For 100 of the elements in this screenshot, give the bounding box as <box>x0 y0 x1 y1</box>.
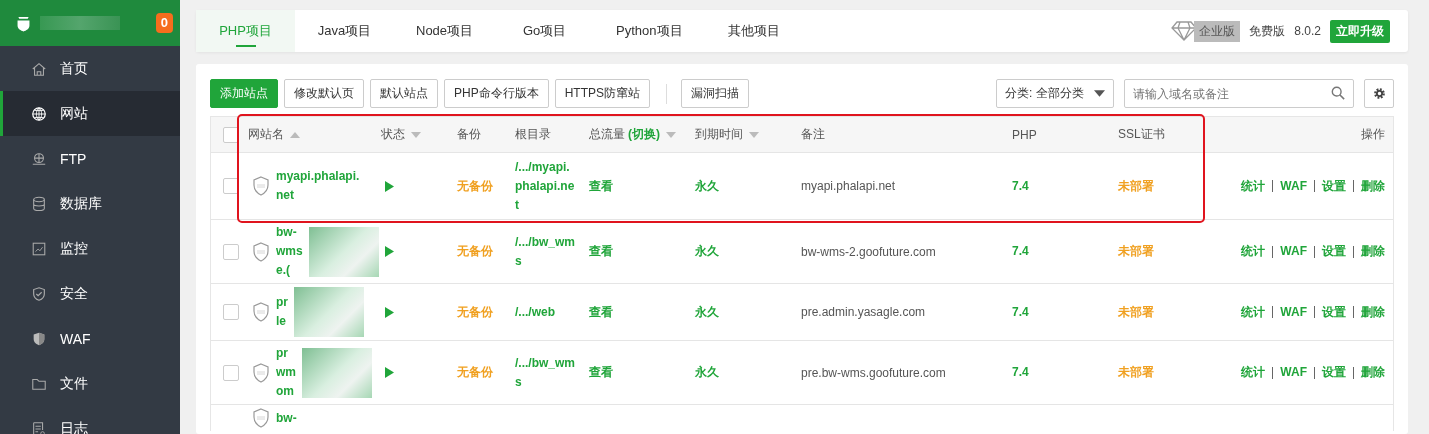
row-checkbox[interactable] <box>222 178 239 194</box>
traffic-link[interactable]: 查看 <box>589 176 613 196</box>
root-directory-link[interactable]: /.../web <box>515 302 575 322</box>
nav-item[interactable]: 首页 <box>0 46 180 91</box>
tab[interactable]: Node项目 <box>394 10 496 52</box>
ssl-status[interactable]: 未部署 <box>1118 177 1154 195</box>
notification-badge[interactable]: 0 <box>155 13 173 33</box>
remark-text[interactable]: pre.admin.yasagle.com <box>801 305 926 319</box>
column-header[interactable]: 备份 <box>457 126 481 143</box>
row-checkbox[interactable] <box>222 304 239 320</box>
toolbar-button[interactable]: 漏洞扫描 <box>681 79 750 108</box>
nav-item[interactable]: 日志 <box>0 406 180 434</box>
action-link[interactable]: 统计 <box>1241 242 1266 261</box>
toolbar-button[interactable]: 添加站点 <box>210 79 278 108</box>
toggle-link[interactable]: (切换) <box>628 126 660 143</box>
expiry-link[interactable]: 永久 <box>695 302 719 322</box>
column-header[interactable]: 网站名 <box>248 126 284 143</box>
column-header[interactable]: SSL证书 <box>1118 126 1165 143</box>
search-field[interactable]: 请输入域名或备注 <box>1124 79 1354 108</box>
play-icon[interactable] <box>385 306 394 318</box>
site-name-link[interactable]: bw-wms e.( <box>276 223 303 280</box>
tab[interactable]: Python项目 <box>594 10 705 52</box>
action-link[interactable]: WAF <box>1280 176 1307 196</box>
php-version-link[interactable]: 7.4 <box>1012 176 1029 196</box>
php-version-link[interactable]: 7.4 <box>1012 363 1029 382</box>
expiry-link[interactable]: 永久 <box>695 242 719 261</box>
action-link[interactable]: 删除 <box>1361 302 1385 322</box>
column-header[interactable]: 操作 <box>1361 126 1385 143</box>
nav-item[interactable]: 安全 <box>0 271 180 316</box>
action-link[interactable]: 统计 <box>1241 302 1266 322</box>
expiry-link[interactable]: 永久 <box>695 176 719 196</box>
toolbar-button[interactable]: 修改默认页 <box>284 79 364 108</box>
category-select[interactable]: 分类: 全部分类 <box>996 79 1114 108</box>
ssl-status[interactable]: 未部署 <box>1118 243 1154 260</box>
action-link[interactable]: WAF <box>1280 363 1307 382</box>
php-version-link[interactable]: 7.4 <box>1012 302 1029 322</box>
action-link[interactable]: 统计 <box>1241 176 1266 196</box>
backup-status[interactable]: 无备份 <box>457 303 493 321</box>
expiry-link[interactable]: 永久 <box>695 363 719 382</box>
traffic-link[interactable]: 查看 <box>589 242 613 261</box>
site-name-link[interactable]: myapi.phalapi.net <box>276 167 366 205</box>
nav-item[interactable]: 文件 <box>0 361 180 406</box>
column-header[interactable]: 状态 <box>381 126 405 143</box>
site-name-link[interactable]: bw- <box>276 408 366 428</box>
select-all-checkbox[interactable] <box>222 126 239 143</box>
root-directory-link[interactable]: /.../bw_wms <box>515 353 575 392</box>
tab[interactable]: Java项目 <box>295 10 394 52</box>
sort-icon[interactable] <box>749 131 759 138</box>
nav-item[interactable]: 网站 <box>0 91 180 136</box>
remark-text[interactable]: bw-wms-2.goofuture.com <box>801 244 936 259</box>
ssl-status[interactable]: 未部署 <box>1118 303 1154 321</box>
action-link[interactable]: 删除 <box>1361 363 1385 382</box>
nav-item[interactable]: FTP <box>0 136 180 181</box>
column-header[interactable]: 到期时间 <box>695 126 743 143</box>
site-name-link[interactable]: pr wm om <box>276 344 296 401</box>
sort-icon[interactable] <box>666 131 676 138</box>
row-checkbox[interactable] <box>222 243 239 260</box>
action-link[interactable]: 统计 <box>1241 363 1266 382</box>
play-icon[interactable] <box>385 180 394 192</box>
column-header[interactable]: PHP <box>1012 127 1037 142</box>
backup-status[interactable]: 无备份 <box>457 364 493 381</box>
root-directory-link[interactable]: /.../bw_wms <box>515 232 575 271</box>
root-directory-link[interactable]: /.../myapi.phalapi.net <box>515 157 575 215</box>
toolbar-button[interactable]: HTTPS防窜站 <box>554 79 651 108</box>
sort-icon[interactable] <box>290 131 300 138</box>
tab[interactable]: PHP项目 <box>196 10 295 52</box>
toolbar-button[interactable]: PHP命令行版本 <box>444 79 549 108</box>
column-header[interactable]: 总流量 <box>589 126 625 143</box>
sort-icon[interactable] <box>411 131 421 138</box>
php-version-link[interactable]: 7.4 <box>1012 242 1029 261</box>
action-link[interactable]: 删除 <box>1361 242 1385 261</box>
ssl-status[interactable]: 未部署 <box>1118 364 1154 381</box>
remark-text[interactable]: myapi.phalapi.net <box>801 179 896 193</box>
log-icon <box>31 420 47 434</box>
action-link[interactable]: 设置 <box>1322 363 1346 382</box>
upgrade-button[interactable]: 立即升级 <box>1330 19 1390 43</box>
toolbar-button[interactable]: 默认站点 <box>370 79 438 108</box>
row-checkbox[interactable] <box>222 364 239 381</box>
backup-status[interactable]: 无备份 <box>457 177 493 195</box>
nav-item[interactable]: 监控 <box>0 226 180 271</box>
tab[interactable]: 其他项目 <box>704 10 804 52</box>
traffic-link[interactable]: 查看 <box>589 302 613 322</box>
column-header[interactable]: 根目录 <box>515 126 551 143</box>
action-link[interactable]: WAF <box>1280 242 1307 261</box>
action-link[interactable]: 设置 <box>1322 242 1346 261</box>
traffic-link[interactable]: 查看 <box>589 363 613 382</box>
nav-item[interactable]: WAF <box>0 316 180 361</box>
action-link[interactable]: WAF <box>1280 302 1307 322</box>
settings-button[interactable] <box>1364 79 1394 108</box>
play-icon[interactable] <box>385 246 394 257</box>
action-link[interactable]: 设置 <box>1322 176 1346 196</box>
play-icon[interactable] <box>385 367 394 378</box>
backup-status[interactable]: 无备份 <box>457 243 493 260</box>
remark-text[interactable]: pre.bw-wms.goofuture.com <box>801 365 946 380</box>
action-link[interactable]: 设置 <box>1322 302 1346 322</box>
site-name-link[interactable]: pr le <box>276 293 288 331</box>
action-link[interactable]: 删除 <box>1361 176 1385 196</box>
tab[interactable]: Go项目 <box>495 10 595 52</box>
column-header[interactable]: 备注 <box>801 126 825 143</box>
nav-item[interactable]: 数据库 <box>0 181 180 226</box>
